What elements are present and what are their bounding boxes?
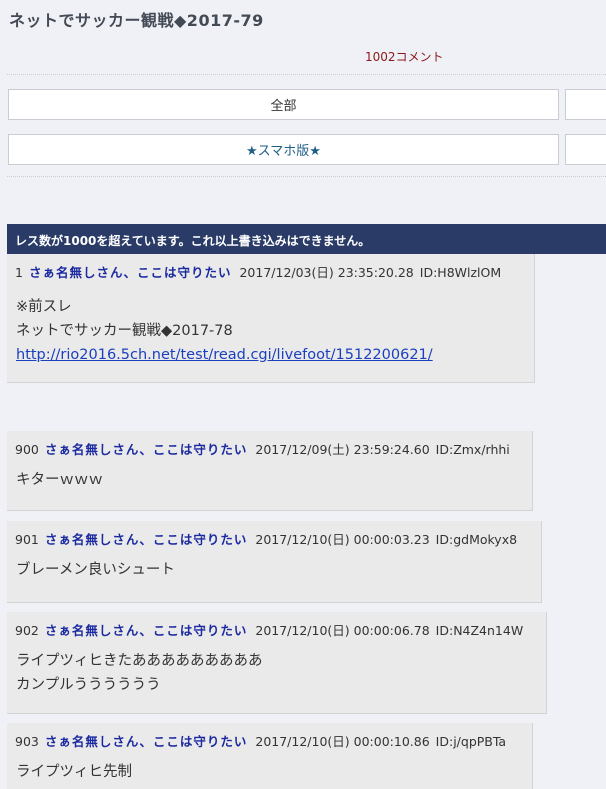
divider xyxy=(7,176,606,177)
post-line: ライプツィヒきたあああああああああ xyxy=(16,653,263,669)
smartphone-version-button[interactable]: ★スマホ版★ xyxy=(8,134,559,165)
post-id[interactable]: ID:j/qpPBTa xyxy=(436,734,506,749)
post-id[interactable]: ID:gdMokyx8 xyxy=(436,532,517,547)
post-body: ライプツィヒ先制 xyxy=(15,760,524,784)
post-id[interactable]: ID:Zmx/rhhi xyxy=(436,442,510,457)
poster-name: さぁ名無しさん、ここは守りたい xyxy=(44,532,248,547)
post-date: 2017/12/10(日) 00:00:10.86 xyxy=(255,734,430,749)
poster-name: さぁ名無しさん、ここは守りたい xyxy=(28,265,232,280)
post-line: ライプツィヒ先制 xyxy=(16,764,132,780)
post-number[interactable]: 1 xyxy=(15,265,23,280)
post-line: キターｗｗｗ xyxy=(16,472,103,488)
poster-name: さぁ名無しさん、ここは守りたい xyxy=(44,623,248,638)
post: 900 さぁ名無しさん、ここは守りたい 2017/12/09(土) 23:59:24… xyxy=(7,431,533,511)
post-number[interactable]: 900 xyxy=(15,442,39,457)
post-body: ライプツィヒきたあああああああああ カンプルうううううう xyxy=(15,649,538,697)
poster-name: さぁ名無しさん、ここは守りたい xyxy=(44,734,248,749)
post: 902 さぁ名無しさん、ここは守りたい 2017/12/10(日) 00:00:06… xyxy=(7,612,547,714)
post-date: 2017/12/10(日) 00:00:03.23 xyxy=(255,532,430,547)
post-date: 2017/12/03(日) 23:35:20.28 xyxy=(239,265,414,280)
post-number[interactable]: 901 xyxy=(15,532,39,547)
post: 903 さぁ名無しさん、ここは守りたい 2017/12/10(日) 00:00:10… xyxy=(7,723,533,789)
post: 901 さぁ名無しさん、ここは守りたい 2017/12/10(日) 00:00:03… xyxy=(7,521,542,603)
post-line: カンプルうううううう xyxy=(16,677,161,693)
notice-banner: レス数が1000を超えています。これ以上書き込みはできません。 xyxy=(7,224,606,254)
comment-count[interactable]: 1002コメント xyxy=(365,48,444,65)
post-date: 2017/12/09(土) 23:59:24.60 xyxy=(255,442,430,457)
thread-title: ネットでサッカー観戦◆2017-79 xyxy=(9,11,264,30)
post-line: ※前スレ xyxy=(16,299,72,315)
post-number[interactable]: 902 xyxy=(15,623,39,638)
more-button[interactable] xyxy=(565,89,606,120)
all-posts-button[interactable]: 全部 xyxy=(8,89,559,120)
post-body: キターｗｗｗ xyxy=(15,468,524,492)
divider xyxy=(7,74,606,75)
more-button-2[interactable] xyxy=(565,134,606,165)
post: 1 さぁ名無しさん、ここは守りたい 2017/12/03(日) 23:35:20.2… xyxy=(7,254,535,383)
post-header: 902 さぁ名無しさん、ここは守りたい 2017/12/10(日) 00:00:06… xyxy=(15,620,538,639)
post-number[interactable]: 903 xyxy=(15,734,39,749)
post-id[interactable]: ID:N4Z4n14W xyxy=(436,623,524,638)
post-header: 901 さぁ名無しさん、ここは守りたい 2017/12/10(日) 00:00:03… xyxy=(15,529,533,548)
post-line: ブレーメン良いシュート xyxy=(16,562,175,578)
post-header: 1 さぁ名無しさん、ここは守りたい 2017/12/03(日) 23:35:20.2… xyxy=(15,262,526,281)
previous-thread-link[interactable]: http://rio2016.5ch.net/test/read.cgi/liv… xyxy=(16,347,433,363)
post-body: ブレーメン良いシュート xyxy=(15,558,533,582)
post-date: 2017/12/10(日) 00:00:06.78 xyxy=(255,623,430,638)
post-header: 903 さぁ名無しさん、ここは守りたい 2017/12/10(日) 00:00:10… xyxy=(15,731,524,750)
post-body: ※前スレ ネットでサッカー観戦◆2017-78 http://rio2016.5… xyxy=(15,295,526,367)
poster-name: さぁ名無しさん、ここは守りたい xyxy=(44,442,248,457)
post-header: 900 さぁ名無しさん、ここは守りたい 2017/12/09(土) 23:59:24… xyxy=(15,439,524,458)
post-line: ネットでサッカー観戦◆2017-78 xyxy=(16,323,233,339)
post-id[interactable]: ID:H8WlzlOM xyxy=(420,265,501,280)
